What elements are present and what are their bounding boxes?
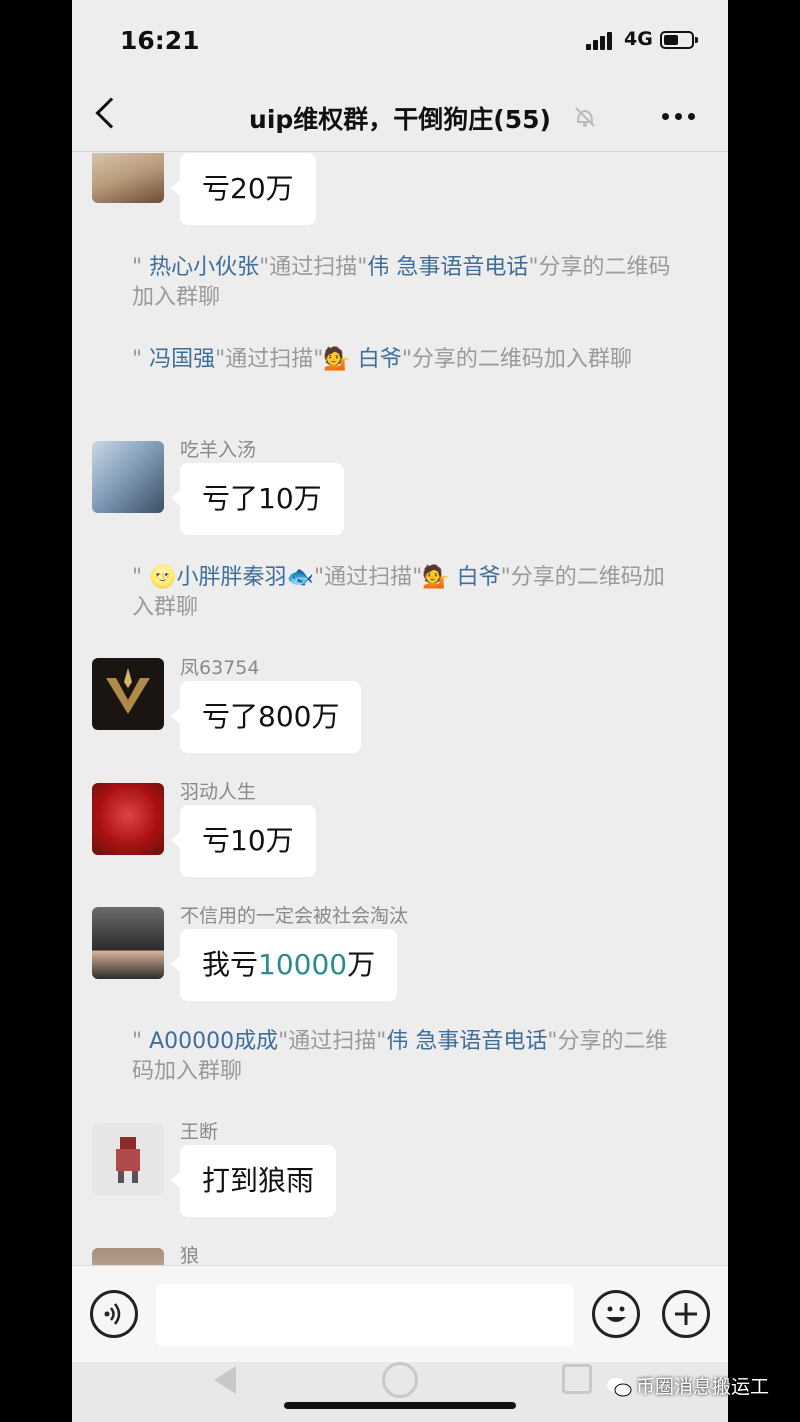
notice-name: 热心小伙张	[149, 255, 260, 280]
nav-recent-icon[interactable]	[562, 1364, 592, 1394]
avatar[interactable]	[92, 1123, 164, 1195]
emoji-icon: 💁	[323, 347, 351, 372]
sender-name: 羽动人生	[180, 781, 257, 803]
system-notice: " A00000成成"通过扫描"伟 急事语音电话"分享的二维码加入群聊	[132, 1029, 668, 1084]
chat-title: uip维权群，干倒狗庄(55)	[249, 105, 551, 134]
more-icon[interactable]	[662, 113, 696, 121]
notice-name: 小胖胖秦羽	[176, 565, 287, 590]
emoji-icon: 🌝	[149, 565, 177, 590]
sender-name: 狼	[180, 1245, 200, 1265]
message-bubble[interactable]: 亏10万	[171, 805, 316, 877]
message-bubble[interactable]: 打到狼雨	[170, 1145, 337, 1217]
message-bubble[interactable]: 亏了800万	[170, 681, 362, 753]
logo-icon	[106, 668, 150, 714]
nav-back-icon[interactable]	[214, 1366, 236, 1394]
system-notice: " 🌝小胖胖秦羽🐟"通过扫描"💁 白爷"分享的二维码加入群聊	[132, 565, 665, 620]
message-input[interactable]	[156, 1284, 574, 1346]
avatar[interactable]	[92, 658, 164, 730]
chat-header: uip维权群，干倒狗庄(55)	[72, 80, 728, 152]
wechat-icon	[607, 1378, 632, 1397]
sender-name: 凤63754	[180, 657, 260, 679]
sender-name: 不信用的一定会被社会淘汰	[180, 905, 409, 927]
notice-name: 伟 急事语音电话	[367, 255, 529, 280]
battery-icon	[660, 31, 698, 49]
message-bubble[interactable]: 亏20万	[171, 153, 316, 225]
emoji-icon: 💁	[422, 565, 450, 590]
avatar[interactable]	[92, 783, 164, 855]
sender-name: 吃羊入汤	[180, 439, 257, 461]
plus-icon[interactable]	[662, 1290, 710, 1338]
avatar[interactable]	[92, 907, 164, 979]
input-bar	[72, 1265, 728, 1362]
emoji-icon[interactable]	[592, 1290, 640, 1338]
status-bar: 16:21 4G	[72, 0, 728, 80]
emoji-icon: 🐟	[286, 565, 314, 590]
system-notice: " 冯国强"通过扫描"💁 白爷"分享的二维码加入群聊	[132, 347, 632, 372]
notice-name: 伟 急事语音电话	[386, 1029, 548, 1054]
figure-icon	[116, 1137, 140, 1183]
message-bubble[interactable]: 亏了10万	[171, 463, 344, 535]
mute-bell-icon	[575, 107, 595, 127]
sender-name: 王断	[180, 1121, 219, 1143]
avatar[interactable]	[92, 441, 164, 513]
phone-screen: 16:21 4G uip维权群，干倒狗庄(55) 亏20万 " 热心小伙张"通过…	[72, 0, 728, 1422]
watermark-label: 币圈消息搬运工	[636, 1376, 770, 1398]
notice-name: 白爷	[357, 347, 402, 372]
network-label: 4G	[624, 28, 653, 50]
nav-home-icon[interactable]	[382, 1362, 418, 1398]
home-indicator[interactable]	[284, 1402, 516, 1409]
notice-name: 冯国强	[149, 347, 216, 372]
message-bubble[interactable]: 我亏10000万	[170, 929, 398, 1001]
notice-name: 白爷	[456, 565, 501, 590]
signal-icon	[586, 30, 616, 50]
notice-name: A00000成成	[149, 1029, 279, 1054]
avatar[interactable]	[92, 1248, 164, 1265]
chat-area[interactable]: 亏20万 " 热心小伙张"通过扫描"伟 急事语音电话"分享的二维码加入群聊 " …	[72, 153, 728, 1265]
system-notice: " 热心小伙张"通过扫描"伟 急事语音电话"分享的二维码加入群聊	[132, 255, 671, 310]
status-time: 16:21	[120, 26, 200, 55]
voice-icon[interactable]	[90, 1290, 138, 1338]
avatar[interactable]	[92, 153, 164, 203]
